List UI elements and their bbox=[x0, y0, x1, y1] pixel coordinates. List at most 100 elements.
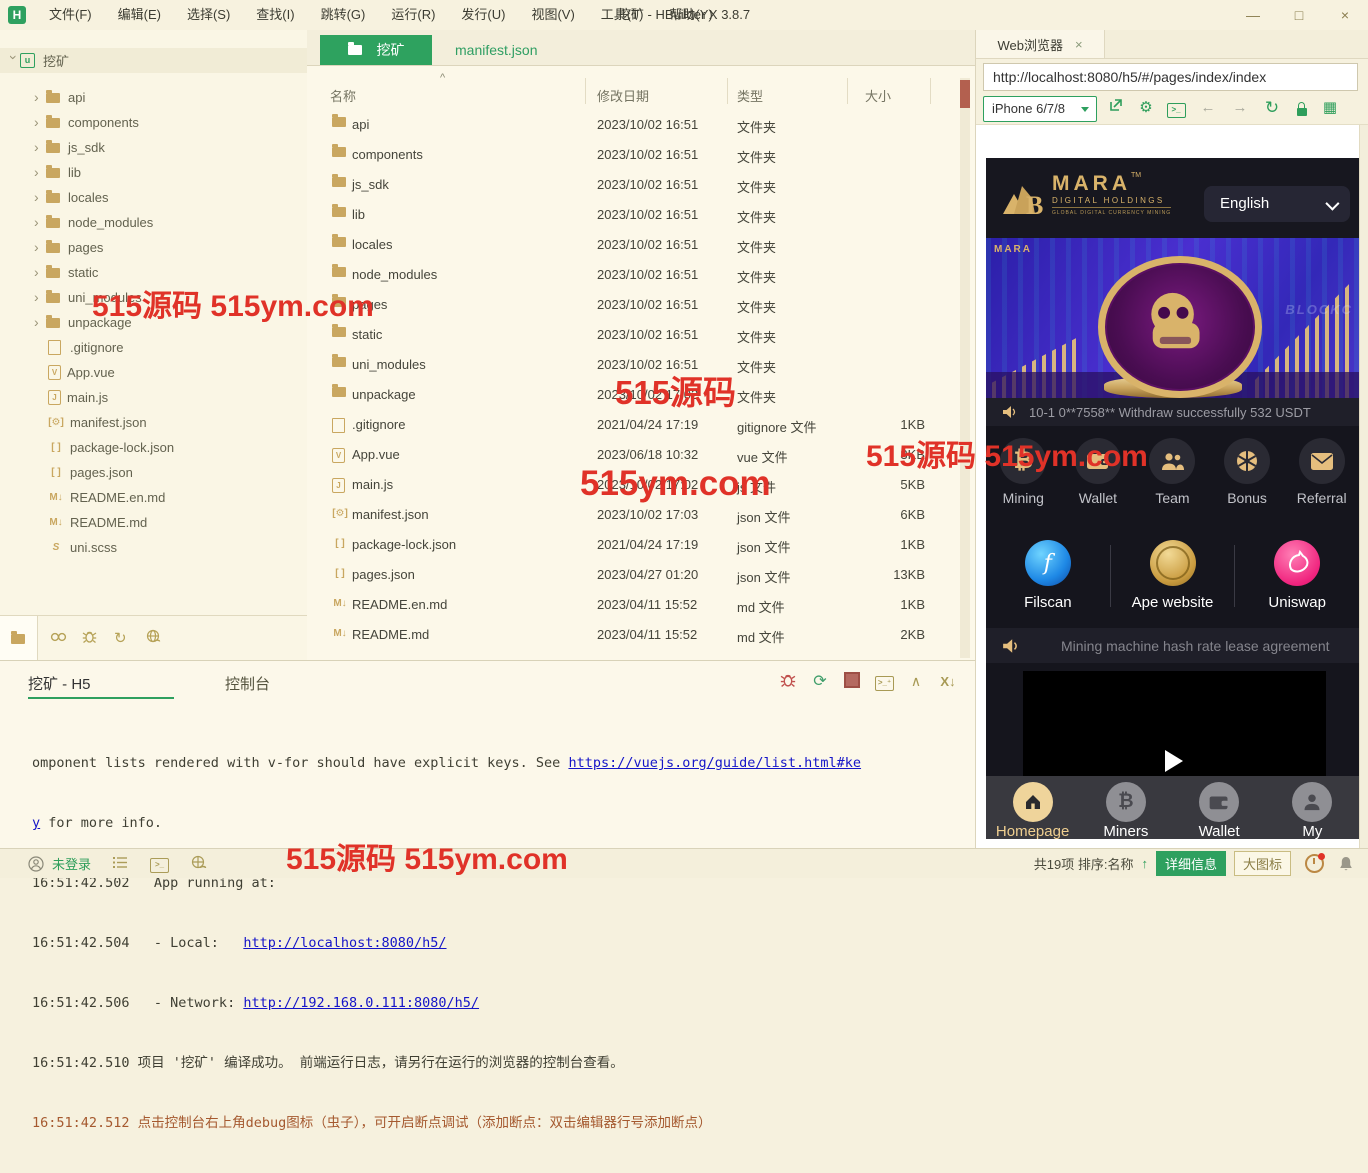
login-status[interactable]: 未登录 bbox=[52, 854, 91, 873]
file-row[interactable]: M↓README.md2023/04/11 15:52md 文件2KB bbox=[307, 620, 975, 650]
url-input[interactable]: http://localhost:8080/h5/#/pages/index/i… bbox=[983, 63, 1358, 91]
collapse-icon[interactable]: ∧ bbox=[907, 673, 925, 690]
file-row[interactable]: lib2023/10/02 16:51文件夹 bbox=[307, 200, 975, 230]
language-select[interactable]: English bbox=[1204, 186, 1350, 222]
nav-bonus[interactable]: Bonus bbox=[1210, 426, 1285, 523]
view-detail-button[interactable]: 详细信息 bbox=[1156, 851, 1226, 876]
tree-item-uni-scss[interactable]: Suni.scss bbox=[0, 535, 355, 560]
chevron-right-icon[interactable]: › bbox=[34, 216, 46, 228]
tree-item-api[interactable]: ›api bbox=[0, 85, 341, 110]
tree-item-lib[interactable]: ›lib bbox=[0, 160, 341, 185]
close-button[interactable]: × bbox=[1322, 0, 1368, 30]
file-row[interactable]: node_modules2023/10/02 16:51文件夹 bbox=[307, 260, 975, 290]
column-header-date[interactable]: 修改日期 bbox=[597, 86, 649, 105]
tree-item-gitignore[interactable]: .gitignore bbox=[0, 335, 355, 360]
outline-list-icon[interactable] bbox=[113, 856, 128, 872]
minimize-button[interactable]: — bbox=[1230, 0, 1276, 30]
chevron-right-icon[interactable]: › bbox=[34, 116, 46, 128]
chevron-down-icon[interactable]: › bbox=[8, 55, 20, 67]
refresh-icon[interactable]: ↻ bbox=[1260, 96, 1284, 120]
file-row[interactable]: components2023/10/02 16:51文件夹 bbox=[307, 140, 975, 170]
chevron-right-icon[interactable]: › bbox=[34, 166, 46, 178]
log-link[interactable]: y bbox=[32, 815, 40, 831]
file-row[interactable]: static2023/10/02 16:51文件夹 bbox=[307, 320, 975, 350]
file-row[interactable]: [⚙]manifest.json2023/10/02 17:03json 文件6… bbox=[307, 500, 975, 530]
tree-item-node_modules[interactable]: ›node_modules bbox=[0, 210, 341, 235]
chevron-right-icon[interactable]: › bbox=[34, 91, 46, 103]
file-row[interactable]: locales2023/10/02 16:51文件夹 bbox=[307, 230, 975, 260]
tab-web-browser[interactable]: Web浏览器 × bbox=[976, 30, 1105, 58]
tab-wallet[interactable]: Wallet bbox=[1173, 776, 1266, 839]
column-header-type[interactable]: 类型 bbox=[737, 86, 763, 105]
chevron-right-icon[interactable]: › bbox=[34, 266, 46, 278]
clear-log-icon[interactable]: X↓ bbox=[939, 674, 957, 689]
close-icon[interactable]: × bbox=[1075, 37, 1083, 52]
tree-item-js_sdk[interactable]: ›js_sdk bbox=[0, 135, 341, 160]
maximize-button[interactable]: □ bbox=[1276, 0, 1322, 30]
debug-icon[interactable] bbox=[82, 629, 97, 648]
service-filscan[interactable]: f Filscan bbox=[986, 540, 1110, 611]
browser-scroll-gutter[interactable] bbox=[1359, 125, 1368, 849]
view-large-icons-button[interactable]: 大图标 bbox=[1234, 851, 1291, 876]
file-row[interactable]: [ ]pages.json2023/04/27 01:20json 文件13KB bbox=[307, 560, 975, 590]
unlock-icon[interactable] bbox=[1290, 96, 1314, 120]
column-header-size[interactable]: 大小 bbox=[865, 86, 891, 105]
terminal-icon[interactable]: >_ bbox=[1164, 96, 1188, 120]
search-icon[interactable] bbox=[50, 629, 67, 648]
file-row[interactable]: M↓README.en.md2023/04/11 15:52md 文件1KB bbox=[307, 590, 975, 620]
tab-manifest-json[interactable]: manifest.json bbox=[455, 42, 537, 58]
tree-item-app-vue[interactable]: VApp.vue bbox=[0, 360, 355, 385]
stop-icon[interactable] bbox=[843, 672, 861, 691]
user-account-icon[interactable] bbox=[28, 856, 44, 872]
forward-icon[interactable]: → bbox=[1228, 96, 1252, 120]
tab-miners[interactable]: ₿ Miners bbox=[1079, 776, 1172, 839]
file-row[interactable]: js_sdk2023/10/02 16:51文件夹 bbox=[307, 170, 975, 200]
play-icon[interactable] bbox=[1165, 750, 1183, 772]
bell-icon[interactable] bbox=[1338, 856, 1354, 872]
refresh-icon[interactable]: ↻ bbox=[114, 629, 127, 647]
chevron-right-icon[interactable]: › bbox=[34, 291, 46, 303]
tree-item-pages[interactable]: ›pages bbox=[0, 235, 341, 260]
web-view-icon[interactable] bbox=[146, 629, 162, 648]
terminal-icon[interactable]: >_ bbox=[150, 854, 169, 873]
project-explorer-tab[interactable] bbox=[0, 616, 38, 660]
tab-project[interactable]: 挖矿 bbox=[320, 35, 432, 65]
tree-item-package-lock-json[interactable]: [ ]package-lock.json bbox=[0, 435, 355, 460]
scrollbar-thumb[interactable] bbox=[960, 80, 970, 108]
tab-homepage[interactable]: Homepage bbox=[986, 776, 1079, 839]
tree-item-main-js[interactable]: Jmain.js bbox=[0, 385, 355, 410]
file-row[interactable]: [ ]package-lock.json2021/04/24 17:19json… bbox=[307, 530, 975, 560]
hero-banner[interactable]: MARA BLOCKC bbox=[986, 238, 1359, 398]
nav-referral[interactable]: Referral bbox=[1284, 426, 1359, 523]
service-uniswap[interactable]: Uniswap bbox=[1235, 540, 1359, 611]
device-select[interactable]: iPhone 6/7/8 bbox=[983, 96, 1097, 122]
web-cloud-icon[interactable] bbox=[191, 855, 207, 873]
column-header-name[interactable]: 名称 bbox=[330, 86, 356, 105]
tree-item-manifest-json[interactable]: [⚙]manifest.json bbox=[0, 410, 355, 435]
back-icon[interactable]: ← bbox=[1196, 96, 1220, 120]
sort-ascending-icon[interactable]: ↑ bbox=[1141, 856, 1148, 871]
debug-bug-icon[interactable] bbox=[779, 672, 797, 691]
terminal-new-icon[interactable]: >_⁺ bbox=[875, 672, 893, 691]
tree-item-readme-md[interactable]: M↓README.md bbox=[0, 510, 355, 535]
file-row[interactable]: pages2023/10/02 16:51文件夹 bbox=[307, 290, 975, 320]
chevron-right-icon[interactable]: › bbox=[34, 316, 46, 328]
settings-gear-icon[interactable]: ⚙ bbox=[1134, 96, 1158, 120]
log-link[interactable]: http://192.168.0.111:8080/h5/ bbox=[243, 995, 479, 1011]
tree-item-pages-json[interactable]: [ ]pages.json bbox=[0, 460, 355, 485]
open-external-icon[interactable] bbox=[1104, 96, 1128, 120]
video-player[interactable] bbox=[1023, 671, 1326, 776]
service-ape-website[interactable]: Ape website bbox=[1111, 540, 1235, 611]
tree-item-locales[interactable]: ›locales bbox=[0, 185, 341, 210]
tree-item-readme-en-md[interactable]: M↓README.en.md bbox=[0, 485, 355, 510]
chevron-right-icon[interactable]: › bbox=[34, 241, 46, 253]
restart-icon[interactable]: ⟳ bbox=[811, 671, 829, 691]
log-link[interactable]: http://localhost:8080/h5/ bbox=[243, 935, 446, 951]
log-link[interactable]: https://vuejs.org/guide/list.html#ke bbox=[568, 755, 861, 771]
tree-root-project[interactable]: › u 挖矿 bbox=[0, 48, 315, 73]
chevron-right-icon[interactable]: › bbox=[34, 191, 46, 203]
notification-clock-icon[interactable] bbox=[1305, 854, 1324, 873]
file-row[interactable]: api2023/10/02 16:51文件夹 bbox=[307, 110, 975, 140]
tab-run-h5[interactable]: 挖矿 - H5 bbox=[28, 673, 91, 694]
tree-item-components[interactable]: ›components bbox=[0, 110, 341, 135]
